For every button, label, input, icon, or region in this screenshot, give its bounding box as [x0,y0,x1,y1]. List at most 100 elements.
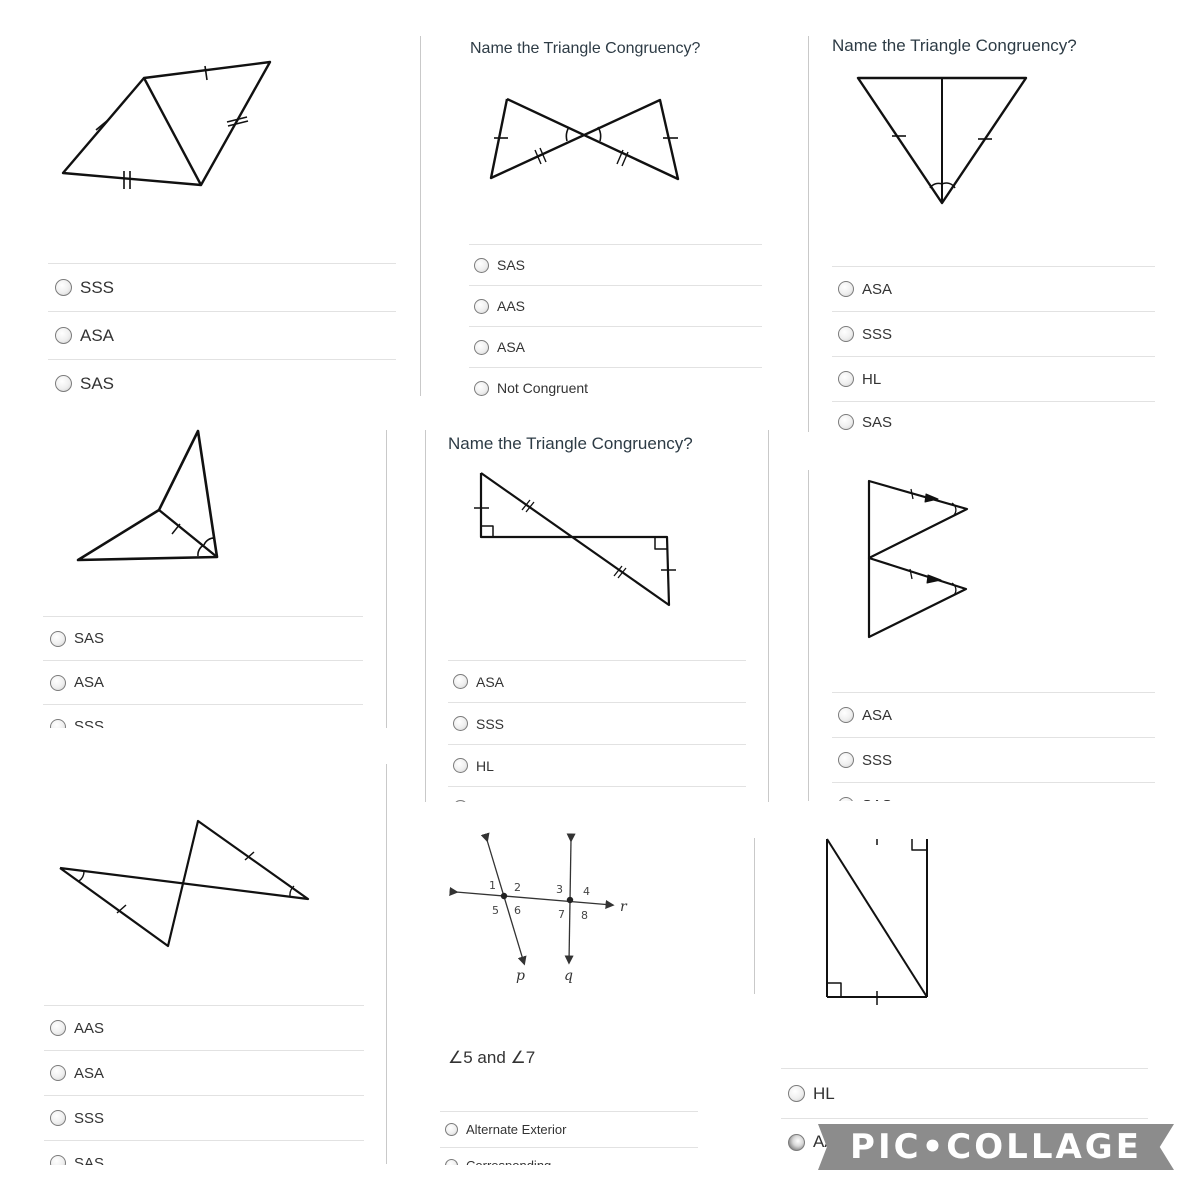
question-tile-1: SSS ASA SAS [0,0,415,420]
answer-options: SAS AAS ASA Not Congruent [469,244,762,408]
intersection-point [566,896,574,904]
radio-button[interactable] [838,752,854,768]
tile-border [808,470,809,802]
tile-border [754,838,755,994]
angle-label: 5 [492,904,499,917]
question-tile-5: Name the Triangle Congruency? ASA SSS HL [420,430,792,805]
radio-button[interactable] [474,339,489,355]
answer-option[interactable]: SAS [48,359,396,407]
answer-option[interactable]: SSS [48,263,396,311]
figure-transversal-lines: 1 2 3 4 5 6 7 8 p q r [449,832,670,995]
radio-button[interactable] [838,371,854,387]
diagonal [826,838,928,998]
answer-options: ASA SSS SAS [832,692,1155,805]
tile-border [386,764,387,1164]
radio-button-selected[interactable] [788,1133,805,1151]
answer-options: AAS ASA SSS SAS [44,1005,364,1165]
intersection-point [500,892,508,900]
radio-button[interactable] [50,630,66,647]
z-outline [479,472,671,607]
angle-label: 7 [558,908,565,921]
answer-option[interactable]: SAS [832,401,1155,440]
answer-option[interactable]: Corresponding [440,1147,698,1165]
answer-option[interactable]: SAS [43,616,363,660]
line-p [480,832,527,966]
crossed-outline [59,819,310,948]
bowtie-outline [489,97,680,181]
figure-crossed-triangles [55,818,315,953]
radio-button[interactable] [50,1110,66,1126]
answer-option[interactable]: ASA [832,266,1155,311]
answer-option[interactable]: ASA [832,692,1155,737]
radio-button[interactable] [453,674,468,689]
radio-button[interactable] [474,298,489,314]
answer-option[interactable]: ASA [48,311,396,359]
radio-button[interactable] [453,716,468,731]
pic-collage-watermark: PIC•COLLAGE [818,1124,1174,1170]
figure-inverted-triangle [856,74,1032,209]
radio-button[interactable] [445,1123,458,1136]
answer-option[interactable]: SSS [832,737,1155,782]
angle-label: 6 [514,904,521,917]
radio-button[interactable] [838,326,854,342]
figure-stacked-triangles [865,477,975,642]
answer-option[interactable]: SSS [448,702,746,744]
answer-option[interactable]: SSS [44,1095,364,1140]
radio-button[interactable] [474,257,489,273]
question-title: Name the Triangle Congruency? [448,434,693,453]
answer-option[interactable]: HL [832,356,1155,401]
question-tile-2: Name the Triangle Congruency? SAS AAS AS… [420,0,805,420]
radio-button[interactable] [55,279,72,296]
radio-button[interactable] [55,375,72,392]
radio-button[interactable] [50,1065,66,1081]
question-tile-8: 1 2 3 4 5 6 7 8 p q r ∠5 and ∠7 Alternat… [420,830,760,1165]
answer-option[interactable]: ASA [44,1050,364,1095]
answer-option[interactable]: ASA [448,660,746,702]
answer-option[interactable]: SAS [469,244,762,285]
question-tile-7: AAS ASA SSS SAS [0,760,400,1165]
question-tile-4: SAS ASA SSS [0,420,400,730]
answer-option[interactable]: SAS [44,1140,364,1165]
question-title: Name the Triangle Congruency? [470,40,701,57]
answer-options: SSS ASA SAS [48,263,396,407]
radio-button[interactable] [55,327,72,344]
figure-triangle-interior-point-svg [75,428,225,563]
tile-border [386,430,387,728]
figure-kite-triangles [55,55,285,195]
figure-rectangle-diagonal [823,835,933,1005]
question-tile-3: Name the Triangle Congruency? ASA SSS HL [805,0,1200,440]
answer-option[interactable]: SSS [832,311,1155,356]
answer-option[interactable]: AAS [469,285,762,326]
radio-button[interactable] [788,1085,805,1102]
radio-button[interactable] [474,380,489,396]
angle-label: 3 [556,883,563,896]
angle-label: 4 [583,885,590,898]
answer-option[interactable]: Not Congruent [469,367,762,408]
answer-option[interactable]: HL [781,1068,1148,1118]
tile-border [425,430,426,802]
answer-option[interactable]: SSS [43,704,363,730]
answer-options: SAS ASA SSS [43,616,363,730]
answer-option[interactable]: ASA [469,326,762,367]
tile-clip [805,801,1200,805]
answer-option[interactable]: AAS [44,1005,364,1050]
radio-button[interactable] [50,1155,66,1165]
lower-triangle [867,556,968,639]
shared-side [142,77,203,186]
answer-option[interactable]: HL [448,744,746,786]
angle-label: 1 [489,879,496,892]
answer-option[interactable]: ASA [43,660,363,704]
tile-clip [0,728,400,730]
radio-button[interactable] [50,1020,66,1036]
answer-options: ASA SSS HL SAS [832,266,1155,440]
radio-button[interactable] [50,674,66,691]
radio-button[interactable] [838,414,854,430]
watermark-text: PIC•COLLAGE [850,1127,1142,1167]
radio-button[interactable] [838,707,854,723]
angle-label: 8 [581,909,588,922]
figure-bowtie-triangles [489,90,690,190]
tile-clip [420,802,792,805]
radio-button[interactable] [453,758,468,773]
radio-button[interactable] [838,281,854,297]
answer-option[interactable]: Alternate Exterior [440,1111,698,1147]
